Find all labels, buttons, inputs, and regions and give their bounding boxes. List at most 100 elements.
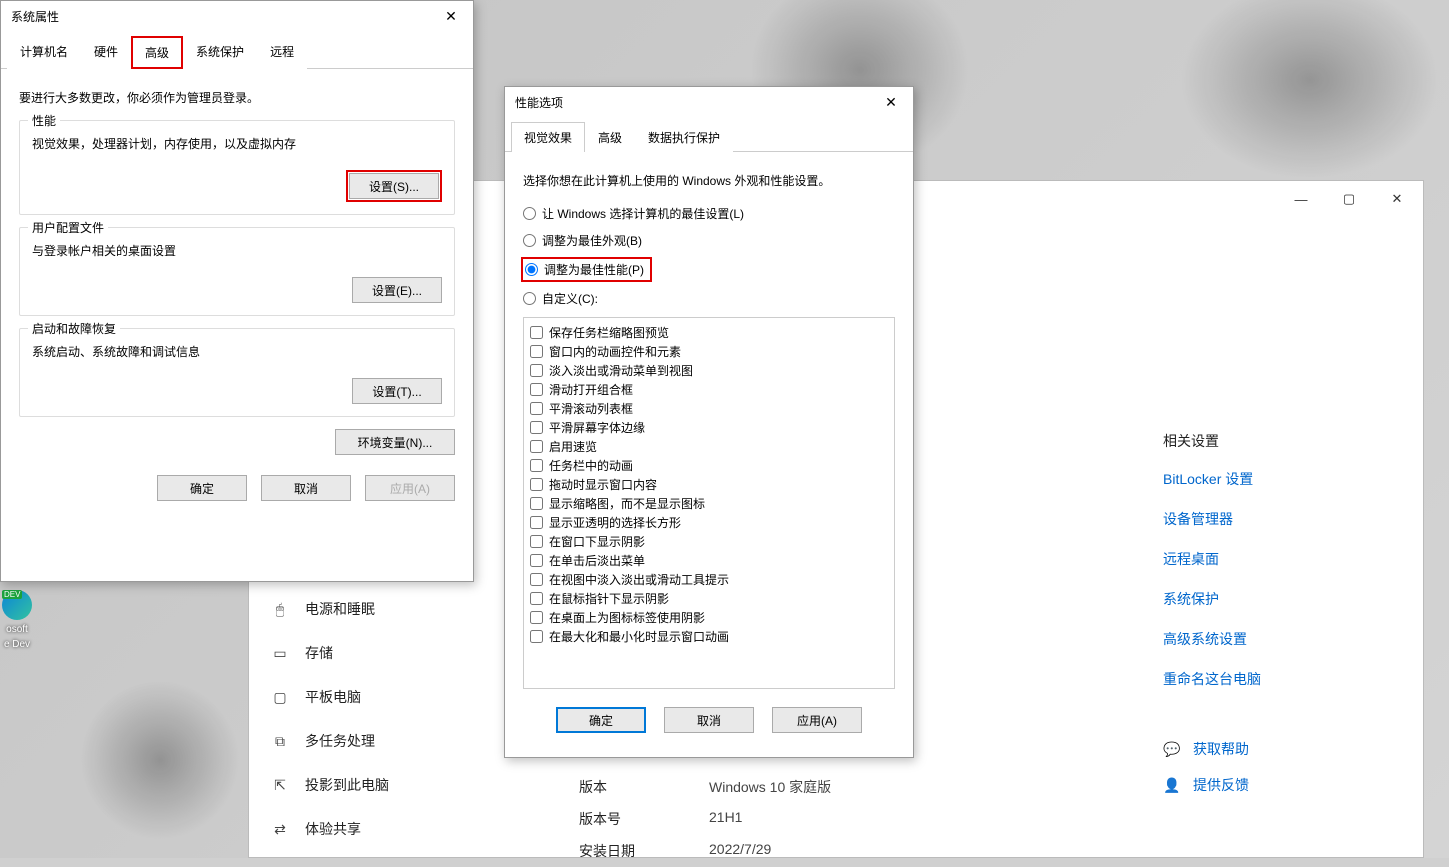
tab[interactable]: 高级 [585, 122, 635, 152]
group-title: 启动和故障恢复 [28, 320, 120, 337]
tab[interactable]: 系统保护 [183, 36, 257, 69]
perf-settings-button[interactable]: 设置(S)... [349, 173, 439, 199]
spec-build-value: 21H1 [709, 809, 742, 829]
cancel-button[interactable]: 取消 [664, 707, 754, 733]
checkbox-input[interactable] [530, 459, 543, 472]
checkbox-input[interactable] [530, 592, 543, 605]
radio-option[interactable]: 让 Windows 选择计算机的最佳设置(L) [523, 205, 895, 222]
related-link[interactable]: 高级系统设置 [1163, 629, 1403, 649]
checkbox-input[interactable] [530, 516, 543, 529]
multitask-icon: ⧉ [271, 732, 289, 750]
checkbox-input[interactable] [530, 402, 543, 415]
radio-option[interactable]: 调整为最佳外观(B) [523, 232, 895, 249]
sidebar-item[interactable]: 🖱电源和睡眠 [257, 587, 531, 631]
check-option[interactable]: 在最大化和最小化时显示窗口动画 [530, 628, 888, 645]
tab[interactable]: 计算机名 [7, 36, 81, 69]
tab[interactable]: 高级 [131, 36, 183, 69]
tabs: 视觉效果高级数据执行保护 [505, 121, 913, 152]
spec-build-label: 版本号 [579, 809, 709, 829]
checkbox-input[interactable] [530, 535, 543, 548]
close-icon[interactable]: ✕ [873, 90, 909, 114]
related-link[interactable]: BitLocker 设置 [1163, 469, 1403, 489]
checkbox-input[interactable] [530, 326, 543, 339]
radio-label: 调整为最佳性能(P) [544, 261, 644, 278]
check-option[interactable]: 显示缩略图，而不是显示图标 [530, 495, 888, 512]
check-option[interactable]: 在窗口下显示阴影 [530, 533, 888, 550]
check-option[interactable]: 拖动时显示窗口内容 [530, 476, 888, 493]
project-icon: ⇱ [271, 776, 289, 794]
cancel-button[interactable]: 取消 [261, 475, 351, 501]
radio-option[interactable]: 调整为最佳性能(P) [521, 257, 652, 282]
feedback-icon: 👤 [1163, 777, 1181, 794]
radio-label: 让 Windows 选择计算机的最佳设置(L) [542, 205, 744, 222]
apply-button[interactable]: 应用(A) [365, 475, 455, 501]
check-option[interactable]: 淡入淡出或滑动菜单到视图 [530, 362, 888, 379]
check-option[interactable]: 在鼠标指针下显示阴影 [530, 590, 888, 607]
checkbox-input[interactable] [530, 383, 543, 396]
maximize-button[interactable]: ▢ [1331, 185, 1367, 213]
ok-button[interactable]: 确定 [157, 475, 247, 501]
close-button[interactable]: ✕ [1379, 185, 1415, 213]
tab[interactable]: 硬件 [81, 36, 131, 69]
tab[interactable]: 数据执行保护 [635, 122, 733, 152]
checkbox-input[interactable] [530, 630, 543, 643]
tab[interactable]: 远程 [257, 36, 307, 69]
sidebar-item[interactable]: ⇄体验共享 [257, 807, 531, 851]
sidebar-item-label: 投影到此电脑 [305, 775, 389, 795]
radio-label: 调整为最佳外观(B) [542, 232, 642, 249]
feedback-link[interactable]: 👤提供反馈 [1163, 775, 1403, 795]
radio-input[interactable] [523, 207, 536, 220]
related-link[interactable]: 远程桌面 [1163, 549, 1403, 569]
check-label: 在单击后淡出菜单 [549, 552, 645, 569]
checkbox-input[interactable] [530, 497, 543, 510]
startup-settings-button[interactable]: 设置(T)... [352, 378, 442, 404]
check-option[interactable]: 在桌面上为图标标签使用阴影 [530, 609, 888, 626]
check-label: 显示缩略图，而不是显示图标 [549, 495, 705, 512]
apply-button[interactable]: 应用(A) [772, 707, 862, 733]
check-option[interactable]: 平滑屏幕字体边缘 [530, 419, 888, 436]
checkbox-input[interactable] [530, 554, 543, 567]
minimize-button[interactable]: — [1283, 185, 1319, 213]
checkbox-input[interactable] [530, 573, 543, 586]
desktop-shortcut-edge[interactable]: DEV osoft e Dev [0, 590, 34, 650]
tablet-icon: ▢ [271, 688, 289, 706]
check-option[interactable]: 在单击后淡出菜单 [530, 552, 888, 569]
sidebar-item[interactable]: ⧉多任务处理 [257, 719, 531, 763]
edge-icon: DEV [2, 590, 32, 620]
checkbox-input[interactable] [530, 421, 543, 434]
sidebar-item[interactable]: ⇱ 投影到此电脑 [257, 763, 531, 807]
checkbox-input[interactable] [530, 345, 543, 358]
sidebar-item[interactable]: ▭存储 [257, 631, 531, 675]
dialog-title-text: 性能选项 [515, 94, 563, 111]
checkbox-input[interactable] [530, 440, 543, 453]
check-option[interactable]: 窗口内的动画控件和元素 [530, 343, 888, 360]
check-option[interactable]: 平滑滚动列表框 [530, 400, 888, 417]
checkbox-input[interactable] [530, 611, 543, 624]
profile-settings-button[interactable]: 设置(E)... [352, 277, 442, 303]
related-link[interactable]: 系统保护 [1163, 589, 1403, 609]
checkbox-input[interactable] [530, 478, 543, 491]
dialog-titlebar: 系统属性 ✕ [1, 1, 473, 31]
env-variables-button[interactable]: 环境变量(N)... [335, 429, 455, 455]
checkbox-input[interactable] [530, 364, 543, 377]
radio-option[interactable]: 自定义(C): [523, 290, 895, 307]
get-help-link[interactable]: 💬获取帮助 [1163, 739, 1403, 759]
sidebar-item[interactable]: ▢平板电脑 [257, 675, 531, 719]
ok-button[interactable]: 确定 [556, 707, 646, 733]
tab[interactable]: 视觉效果 [511, 122, 585, 152]
related-link[interactable]: 重命名这台电脑 [1163, 669, 1403, 689]
radio-input[interactable] [523, 234, 536, 247]
help-icon: 💬 [1163, 741, 1181, 758]
radio-input[interactable] [525, 263, 538, 276]
related-heading: 相关设置 [1163, 431, 1403, 451]
visual-effects-list[interactable]: 保存任务栏缩略图预览窗口内的动画控件和元素淡入淡出或滑动菜单到视图滑动打开组合框… [523, 317, 895, 689]
radio-input[interactable] [523, 292, 536, 305]
check-option[interactable]: 显示亚透明的选择长方形 [530, 514, 888, 531]
check-option[interactable]: 任务栏中的动画 [530, 457, 888, 474]
check-option[interactable]: 启用速览 [530, 438, 888, 455]
check-option[interactable]: 在视图中淡入淡出或滑动工具提示 [530, 571, 888, 588]
check-option[interactable]: 保存任务栏缩略图预览 [530, 324, 888, 341]
close-icon[interactable]: ✕ [433, 4, 469, 28]
related-link[interactable]: 设备管理器 [1163, 509, 1403, 529]
check-option[interactable]: 滑动打开组合框 [530, 381, 888, 398]
